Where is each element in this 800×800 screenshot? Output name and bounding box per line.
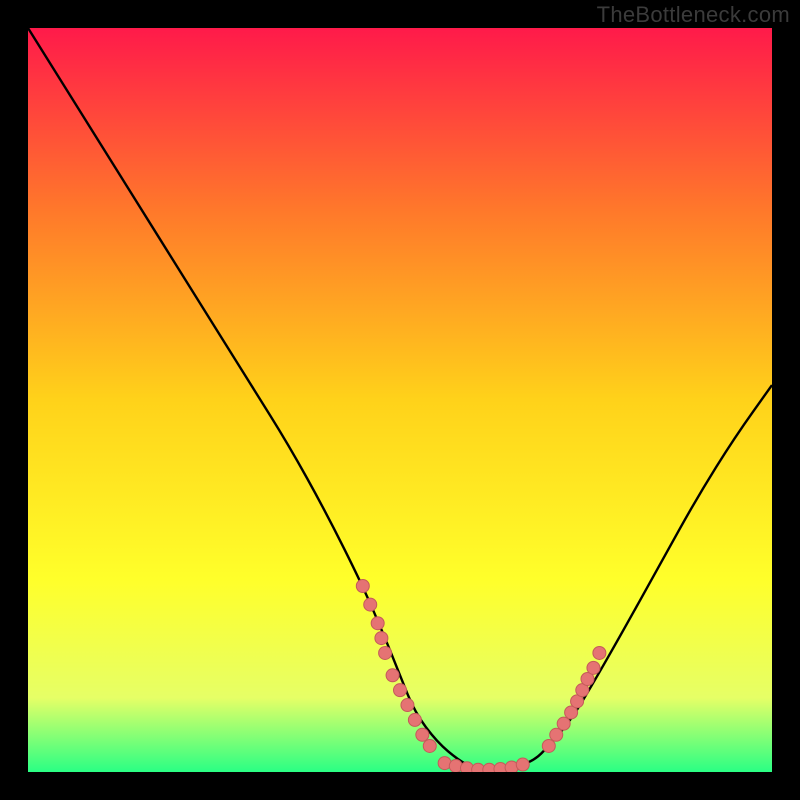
watermark-text: TheBottleneck.com [597, 2, 790, 28]
data-point-left [364, 598, 377, 611]
data-point-left [356, 580, 369, 593]
chart-container: TheBottleneck.com [0, 0, 800, 800]
data-point-left [408, 713, 421, 726]
data-point-right [542, 739, 555, 752]
data-point-right [550, 728, 563, 741]
data-point-left [423, 739, 436, 752]
data-point-left [401, 699, 414, 712]
data-point-left [394, 684, 407, 697]
data-point-bottom [516, 758, 529, 771]
plot-area [28, 28, 772, 772]
data-point-right [587, 661, 600, 674]
data-point-left [379, 646, 392, 659]
bottleneck-chart [28, 28, 772, 772]
data-point-left [386, 669, 399, 682]
data-point-left [371, 617, 384, 630]
gradient-background [28, 28, 772, 772]
data-point-left [375, 632, 388, 645]
data-point-right [593, 646, 606, 659]
data-point-left [416, 728, 429, 741]
data-point-right [557, 717, 570, 730]
